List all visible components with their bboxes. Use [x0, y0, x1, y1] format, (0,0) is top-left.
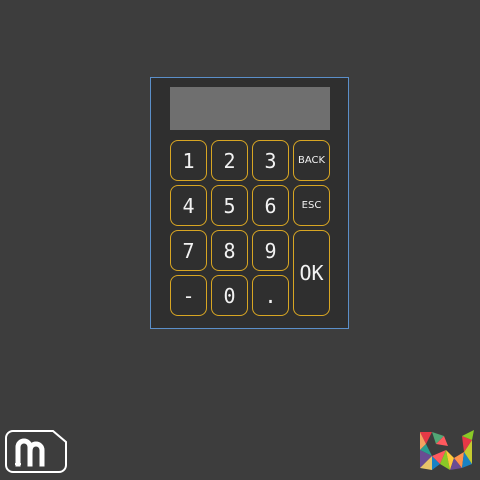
key-2[interactable]: 2	[211, 140, 248, 181]
esc-button[interactable]: ESC	[293, 185, 330, 226]
numeric-keypad: 1 2 3 BACK 4 5 6 ESC 7 8 9 OK - 0 .	[150, 77, 349, 329]
key-3[interactable]: 3	[252, 140, 289, 181]
keypad-display	[170, 87, 330, 130]
key-6[interactable]: 6	[252, 185, 289, 226]
key-minus[interactable]: -	[170, 275, 207, 316]
ok-button[interactable]: OK	[293, 230, 330, 316]
key-8[interactable]: 8	[211, 230, 248, 271]
colorful-w-logo-icon	[418, 428, 476, 474]
key-5[interactable]: 5	[211, 185, 248, 226]
back-button[interactable]: BACK	[293, 140, 330, 181]
key-decimal-point[interactable]: .	[252, 275, 289, 316]
key-7[interactable]: 7	[170, 230, 207, 271]
key-0[interactable]: 0	[211, 275, 248, 316]
key-1[interactable]: 1	[170, 140, 207, 181]
key-4[interactable]: 4	[170, 185, 207, 226]
key-9[interactable]: 9	[252, 230, 289, 271]
m-logo-icon	[5, 430, 67, 473]
